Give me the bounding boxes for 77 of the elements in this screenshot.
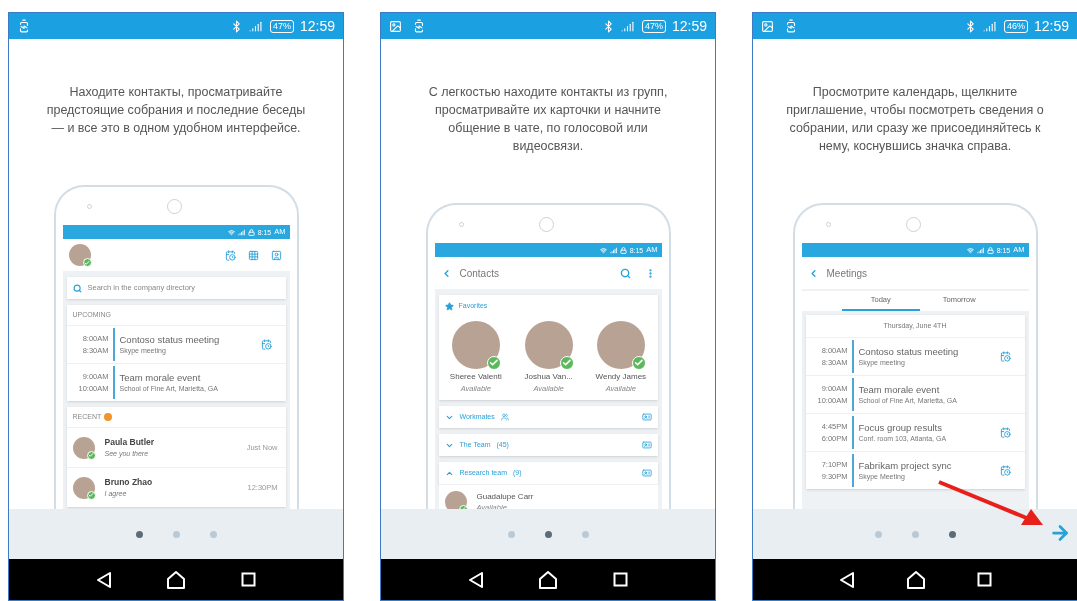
available-badge-icon (632, 356, 646, 370)
contact-card-icon[interactable] (641, 440, 652, 451)
unread-badge-icon (104, 413, 113, 421)
star-icon (444, 301, 454, 311)
contact-name: Guadalupe Carr (476, 492, 534, 501)
battery-level: 47% (269, 19, 294, 33)
signal-icon (237, 228, 245, 236)
lock-icon (986, 246, 994, 254)
contact-name[interactable]: Joshua Van... (524, 371, 573, 383)
description-text: Просмотрите календарь, щелкните приглашение, чтобы посмотреть сведения о собрании, или сразу же присоединяйтесь к нему, коснувшись значка справа. (785, 84, 1045, 155)
home-icon[interactable] (538, 570, 559, 589)
back-icon[interactable] (96, 570, 113, 589)
back-icon[interactable] (838, 570, 855, 589)
dialpad-icon[interactable] (247, 249, 259, 261)
wifi-icon (227, 228, 235, 236)
signal-icon (620, 19, 634, 33)
meeting-title: Focus group results (858, 422, 943, 433)
signal-icon (976, 246, 984, 254)
search-icon (72, 283, 82, 293)
meeting-title: Team morale event (119, 372, 202, 383)
meeting-title: Contoso status meeting (858, 346, 960, 357)
screen-title: Contacts (459, 266, 500, 281)
battery-level: 46% (1003, 19, 1028, 33)
avatar (596, 321, 645, 369)
clock: 12:59 (299, 19, 335, 33)
contacts-icon[interactable] (270, 249, 282, 261)
wifi-icon (966, 246, 974, 254)
lock-icon (619, 246, 627, 254)
join-meeting-icon[interactable] (260, 339, 272, 350)
avatar (72, 476, 95, 499)
avatar (72, 436, 95, 459)
recent-apps-icon[interactable] (612, 572, 628, 587)
wifi-icon (599, 246, 607, 254)
battery-level: 47% (641, 19, 666, 33)
battery-charging-icon (17, 19, 31, 33)
signal-icon (609, 246, 617, 254)
signal-icon (248, 19, 262, 33)
screen-title: Meetings (826, 266, 868, 281)
avatar (68, 244, 91, 266)
recent-apps-icon[interactable] (240, 572, 256, 587)
available-badge-icon (82, 258, 92, 267)
meeting-title: Fabrikam project sync (858, 460, 953, 471)
recent-apps-icon[interactable] (976, 572, 992, 587)
image-icon (389, 19, 402, 33)
battery-charging-icon (412, 19, 426, 33)
meeting-title: Contoso status meeting (119, 334, 221, 345)
home-icon[interactable] (905, 570, 926, 589)
description-text: С легкостью находите контакты из групп, просматривайте их карточки и начните общение в чате, по голосовой или видеосвязи. (427, 84, 669, 155)
calendar-icon[interactable] (224, 249, 236, 261)
avatar (451, 321, 500, 369)
clock: 12:59 (1033, 19, 1069, 33)
join-meeting-icon[interactable] (999, 465, 1011, 476)
image-icon (761, 19, 774, 33)
lock-icon (247, 228, 255, 236)
contact-name: Paula Butler (104, 438, 156, 447)
contact-name: Bruno Zhao (104, 478, 154, 487)
join-meeting-icon[interactable] (999, 427, 1011, 438)
contact-card-icon[interactable] (641, 468, 652, 479)
next-button[interactable] (1049, 522, 1071, 544)
meeting-title: Team morale event (858, 384, 941, 395)
avatar (524, 321, 573, 369)
battery-charging-icon (784, 19, 798, 33)
home-icon[interactable] (166, 570, 187, 589)
join-meeting-icon[interactable] (999, 351, 1011, 362)
available-badge-icon (86, 450, 96, 460)
contact-name[interactable]: Wendy James (595, 371, 647, 383)
description-text: Находите контакты, просматривайте предстоящие собрания и последние беседы — и все это в одном удобном интерфейсе. (45, 84, 307, 137)
available-badge-icon (86, 490, 96, 500)
available-badge-icon (487, 356, 501, 370)
people-icon (500, 413, 509, 422)
signal-icon (982, 19, 996, 33)
clock: 12:59 (671, 19, 707, 33)
search-icon[interactable] (619, 267, 631, 279)
back-icon[interactable] (468, 570, 485, 589)
contact-name[interactable]: Sheree Valenti (449, 371, 502, 383)
avatar (444, 490, 467, 509)
contact-card-icon[interactable] (641, 412, 652, 423)
